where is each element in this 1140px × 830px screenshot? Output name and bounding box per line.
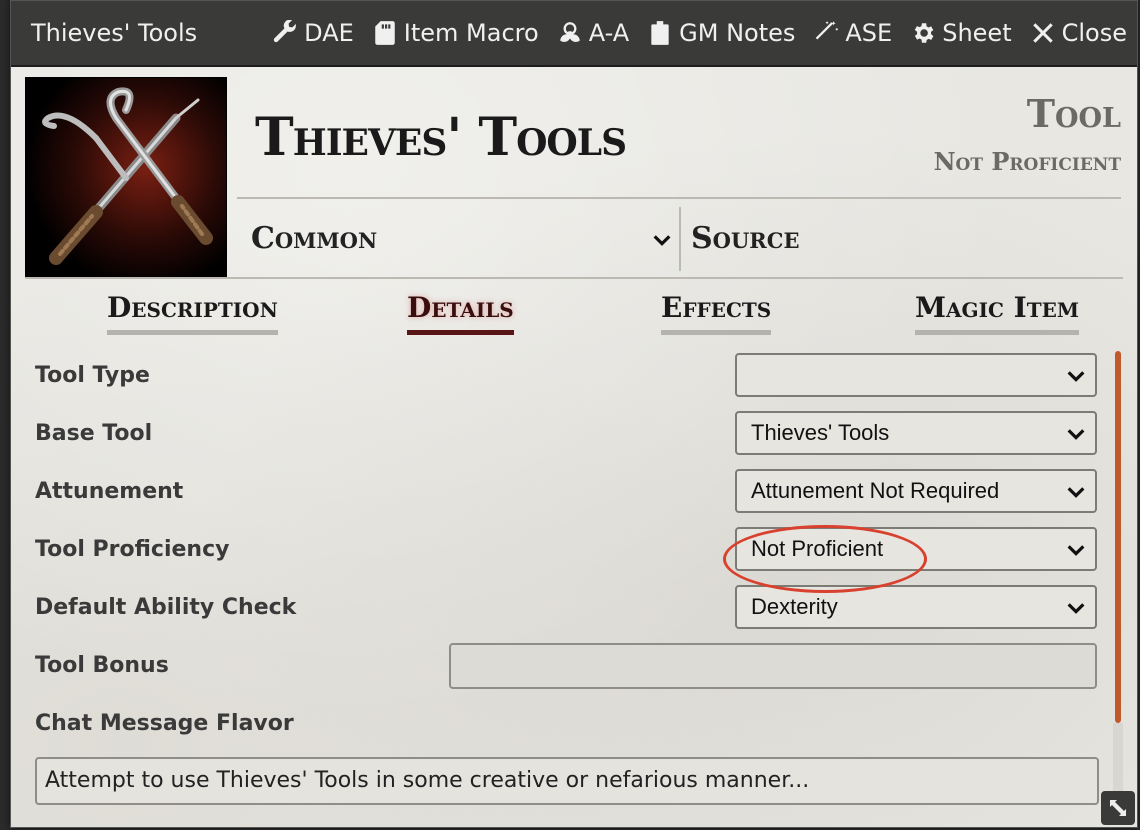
resize-icon bbox=[1110, 800, 1126, 816]
tool-proficiency-select[interactable]: Not Proficient bbox=[735, 527, 1097, 571]
attunement-row: Attunement Attunement Not Required bbox=[35, 469, 1097, 527]
item-proficiency-summary: Not Proficient bbox=[933, 147, 1121, 176]
a-a-button[interactable]: A-A bbox=[557, 19, 629, 47]
item-sheet-window: Thieves' Tools DAE Item Macro A-A GM Not… bbox=[10, 0, 1138, 828]
item-portrait[interactable] bbox=[25, 77, 227, 279]
tab-effects[interactable]: Effects bbox=[661, 291, 772, 335]
clipboard-icon bbox=[651, 21, 669, 45]
ase-button[interactable]: ASE bbox=[813, 19, 892, 47]
tool-proficiency-value: Not Proficient bbox=[751, 536, 884, 561]
attunement-label: Attunement bbox=[35, 479, 184, 504]
default-ability-row: Default Ability Check Dexterity bbox=[35, 585, 1097, 643]
chevron-down-icon bbox=[1067, 603, 1085, 614]
tab-magic-item[interactable]: Magic Item bbox=[915, 291, 1079, 335]
tool-proficiency-label: Tool Proficiency bbox=[35, 537, 230, 562]
tool-bonus-input[interactable] bbox=[449, 643, 1097, 689]
attunement-value: Attunement Not Required bbox=[751, 478, 1000, 503]
chevron-down-icon bbox=[653, 235, 671, 246]
tool-bonus-row: Tool Bonus bbox=[35, 643, 1097, 701]
source-input[interactable]: Source bbox=[691, 221, 799, 256]
chat-flavor-row: Chat Message Flavor bbox=[35, 701, 1097, 759]
close-label: Close bbox=[1061, 19, 1127, 47]
a-a-label: A-A bbox=[588, 19, 630, 47]
scrollbar-thumb[interactable] bbox=[1115, 351, 1121, 723]
close-icon bbox=[1032, 23, 1053, 43]
tab-details[interactable]: Details bbox=[407, 291, 514, 335]
details-form: Tool Type Base Tool Thieves' Tools Attun… bbox=[35, 353, 1097, 759]
item-type: Tool bbox=[1026, 91, 1121, 136]
sheet-button[interactable]: Sheet bbox=[910, 19, 1012, 47]
sheet-label: Sheet bbox=[942, 19, 1012, 47]
gm-notes-label: GM Notes bbox=[679, 19, 796, 47]
base-tool-row: Base Tool Thieves' Tools bbox=[35, 411, 1097, 469]
header-divider bbox=[679, 207, 681, 271]
sheet-tabs: Description Details Effects Magic Item bbox=[11, 291, 1137, 347]
tool-type-select[interactable] bbox=[735, 353, 1097, 397]
tool-type-label: Tool Type bbox=[35, 363, 150, 388]
resize-handle[interactable] bbox=[1101, 791, 1135, 825]
attunement-select[interactable]: Attunement Not Required bbox=[735, 469, 1097, 513]
chat-flavor-label: Chat Message Flavor bbox=[35, 711, 294, 736]
default-ability-label: Default Ability Check bbox=[35, 595, 297, 620]
item-macro-label: Item Macro bbox=[403, 19, 539, 47]
header-divider-line bbox=[25, 277, 1123, 279]
gear-icon bbox=[914, 23, 934, 43]
dae-label: DAE bbox=[304, 19, 354, 47]
chevron-down-icon bbox=[1067, 429, 1085, 440]
tool-proficiency-row: Tool Proficiency Not Proficient bbox=[35, 527, 1097, 585]
magic-wand-icon bbox=[816, 21, 839, 40]
chevron-down-icon bbox=[1067, 371, 1085, 382]
chevron-down-icon bbox=[1067, 487, 1085, 498]
gm-notes-button[interactable]: GM Notes bbox=[647, 19, 795, 47]
base-tool-select[interactable]: Thieves' Tools bbox=[735, 411, 1097, 455]
thieves-tools-image bbox=[26, 78, 226, 278]
close-button[interactable]: Close bbox=[1030, 19, 1127, 47]
rarity-select[interactable]: Common bbox=[251, 221, 377, 256]
wrench-icon bbox=[274, 20, 296, 43]
biohazard-icon bbox=[559, 22, 580, 42]
dae-button[interactable]: DAE bbox=[272, 19, 354, 47]
sd-card-icon bbox=[375, 21, 395, 45]
window-title: Thieves' Tools bbox=[31, 19, 198, 47]
window-titlebar[interactable]: Thieves' Tools DAE Item Macro A-A GM Not… bbox=[11, 1, 1137, 67]
item-name[interactable]: Thieves' Tools bbox=[255, 107, 627, 168]
tool-type-row: Tool Type bbox=[35, 353, 1097, 411]
ase-label: ASE bbox=[845, 19, 893, 47]
chevron-down-icon bbox=[1067, 545, 1085, 556]
item-macro-button[interactable]: Item Macro bbox=[372, 19, 539, 47]
tab-description[interactable]: Description bbox=[107, 291, 278, 335]
tool-bonus-label: Tool Bonus bbox=[35, 653, 169, 678]
header-details-row: Common Source bbox=[237, 197, 1121, 275]
default-ability-select[interactable]: Dexterity bbox=[735, 585, 1097, 629]
base-tool-value: Thieves' Tools bbox=[751, 420, 890, 445]
item-header: Thieves' Tools Tool Not Proficient Commo… bbox=[25, 77, 1123, 279]
chat-flavor-input[interactable]: Attempt to use Thieves' Tools in some cr… bbox=[35, 757, 1099, 805]
base-tool-label: Base Tool bbox=[35, 421, 153, 446]
default-ability-value: Dexterity bbox=[751, 594, 838, 619]
